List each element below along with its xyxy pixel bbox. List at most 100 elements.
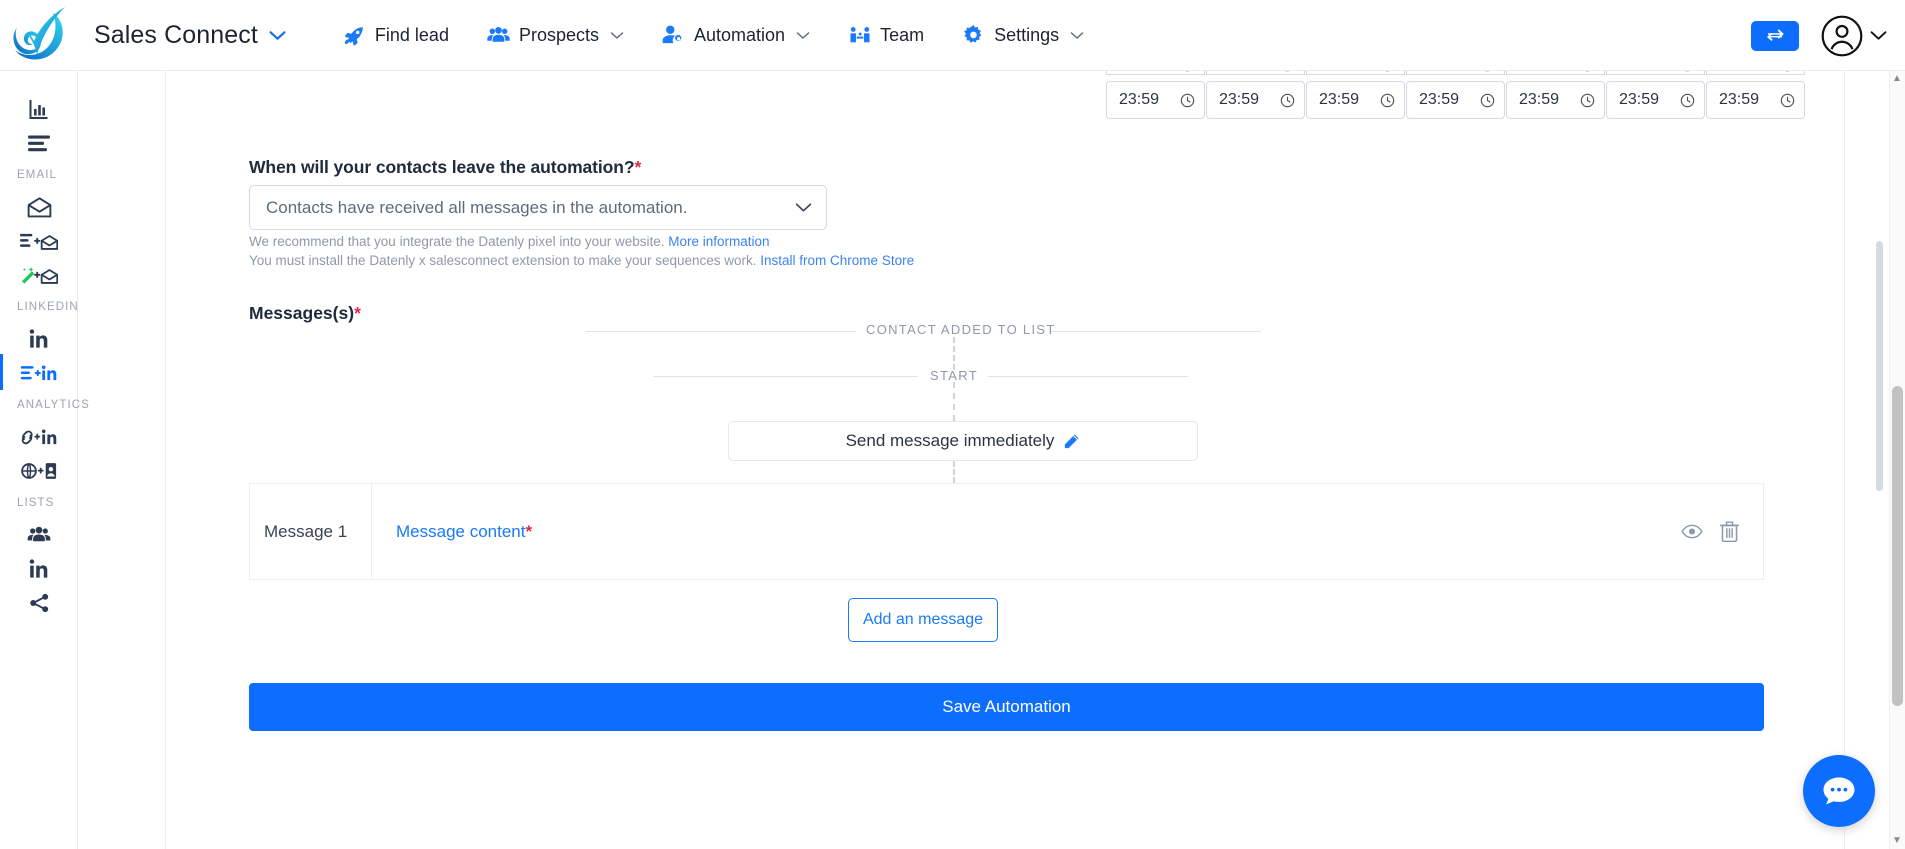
install-chrome-store-link[interactable]: Install from Chrome Store	[760, 253, 914, 268]
message-content-link-cell[interactable]: Message content *	[372, 484, 1681, 579]
page-scrollbar-track[interactable]: ▲ ▼	[1889, 71, 1905, 849]
sidebar-item-linkedin-lists[interactable]	[0, 552, 78, 586]
nav-item-automation[interactable]: Automation	[662, 25, 810, 46]
time-input[interactable]	[1406, 71, 1505, 75]
inner-scrollbar-thumb[interactable]	[1876, 241, 1883, 491]
time-input[interactable]	[1706, 71, 1805, 75]
flow-divider-right	[1051, 331, 1261, 332]
user-circle-icon	[1821, 15, 1863, 56]
app-logo[interactable]	[0, 0, 78, 71]
clock-icon	[1685, 71, 1690, 72]
send-timing-button[interactable]: Send message immediately	[728, 421, 1198, 461]
message-content-link: Message content	[396, 521, 526, 541]
clock-icon	[1280, 93, 1295, 107]
sidebar-item-linkedin-automation[interactable]	[0, 354, 78, 390]
inner-scrollbar-track[interactable]	[1875, 71, 1883, 849]
time-input[interactable]: 23:59	[1706, 81, 1805, 119]
add-message-button[interactable]: Add an message	[848, 598, 998, 642]
chevron-down-icon	[796, 31, 810, 39]
nav-item-find-lead[interactable]: Find lead	[343, 25, 449, 46]
required-asterisk: *	[354, 303, 361, 323]
time-input[interactable]	[1606, 71, 1705, 75]
sidebar-item-website-visitors[interactable]	[0, 454, 78, 488]
time-input[interactable]	[1206, 71, 1305, 75]
sidebar-item-linkedin[interactable]	[0, 322, 78, 356]
nav-item-prospects[interactable]: Prospects	[487, 25, 624, 46]
time-input[interactable]	[1506, 71, 1605, 75]
time-input[interactable]: 23:59	[1406, 81, 1505, 119]
time-input[interactable]	[1106, 71, 1205, 75]
exit-condition-label-text: When will your contacts leave the automa…	[249, 157, 635, 177]
people-group-icon	[487, 25, 510, 46]
sidebar-group-label-analytics: ANALYTICS	[17, 399, 90, 411]
automation-form-card: 23:59 23:59 23:59 23:59 23:59 23:59 23:5…	[165, 71, 1845, 849]
magic-wand-plus-envelope-icon	[21, 266, 58, 284]
bar-chart-icon	[29, 100, 48, 119]
sidebar-item-shared-lists[interactable]	[0, 586, 78, 620]
sidebar-item-email-sequence[interactable]	[0, 224, 78, 258]
exit-condition-select[interactable]: Contacts have received all messages in t…	[249, 185, 827, 230]
save-automation-button[interactable]: Save Automation	[249, 683, 1764, 731]
time-input[interactable]	[1306, 71, 1405, 75]
messages-section-title: Messages(s)*	[249, 303, 361, 324]
brand-name-label: Sales Connect	[94, 20, 258, 49]
switch-account-button[interactable]	[1751, 20, 1799, 51]
time-input[interactable]: 23:59	[1306, 81, 1405, 119]
time-value: 23:59	[1219, 91, 1260, 108]
user-gear-icon	[662, 25, 685, 46]
support-chat-button[interactable]	[1803, 755, 1875, 827]
flow-label-start: START	[930, 368, 978, 383]
sidebar-item-email-inbox[interactable]	[0, 190, 78, 224]
people-group-icon	[27, 526, 51, 542]
nav-item-settings[interactable]: Settings	[962, 24, 1084, 46]
list-plus-envelope-icon	[20, 233, 58, 250]
sidebar-item-linkedin-links[interactable]	[0, 420, 78, 454]
time-input[interactable]: 23:59	[1206, 81, 1305, 119]
scroll-down-arrow[interactable]: ▼	[1891, 835, 1903, 847]
clock-icon	[1285, 71, 1290, 72]
left-sidebar: EMAIL LINKEDIN ANALYTICS LISTS	[0, 71, 90, 849]
nav-item-team[interactable]: Team	[848, 25, 924, 46]
linkedin-icon	[29, 559, 48, 578]
schedule-time-pickers: 23:59 23:59 23:59 23:59 23:59 23:59 23:5…	[1106, 71, 1806, 119]
sidebar-group-label-lists: LISTS	[17, 497, 55, 509]
clock-icon	[1385, 71, 1390, 72]
exit-condition-select-wrap: Contacts have received all messages in t…	[249, 185, 827, 230]
page-scrollbar-thumb[interactable]	[1892, 386, 1903, 706]
eye-icon[interactable]	[1681, 524, 1703, 539]
flow-label-contact-added: CONTACT ADDED TO LIST	[866, 322, 1056, 337]
nav-label-automation: Automation	[694, 24, 786, 45]
more-information-link[interactable]: More information	[668, 234, 769, 249]
clock-icon	[1785, 71, 1790, 72]
time-input[interactable]: 23:59	[1606, 81, 1705, 119]
sidebar-item-campaigns[interactable]	[0, 126, 78, 160]
nav-label-settings: Settings	[994, 24, 1060, 45]
account-menu[interactable]	[1821, 15, 1887, 57]
clock-icon	[1585, 71, 1590, 72]
logo-icon	[13, 7, 65, 60]
scroll-up-arrow[interactable]: ▲	[1891, 73, 1903, 85]
send-timing-label: Send message immediately	[845, 431, 1055, 450]
flow-divider-left	[586, 331, 856, 332]
brand-switcher[interactable]: Sales Connect	[94, 21, 286, 50]
pencil-icon	[1065, 434, 1079, 448]
sidebar-group-label-email: EMAIL	[17, 169, 58, 181]
sidebar-item-contact-lists[interactable]	[0, 518, 78, 552]
time-value: 23:59	[1619, 91, 1660, 108]
clock-icon	[1180, 93, 1195, 107]
messages-section-title-text: Messages(s)	[249, 303, 355, 323]
flow-divider-right-2	[988, 376, 1188, 377]
clock-icon	[1185, 71, 1190, 72]
chevron-down-icon	[1070, 31, 1084, 39]
sidebar-item-email-template[interactable]	[0, 258, 78, 292]
time-input[interactable]: 23:59	[1106, 81, 1205, 119]
time-value: 23:59	[1719, 91, 1760, 108]
sidebar-item-dashboard[interactable]	[0, 92, 78, 126]
time-value: 23:59	[1419, 91, 1460, 108]
handshake-icon	[848, 25, 871, 46]
envelope-open-icon	[27, 196, 51, 217]
trash-icon[interactable]	[1720, 521, 1739, 542]
flow-connector-dashed-3	[953, 461, 955, 483]
nav-label-team: Team	[880, 24, 925, 45]
time-input[interactable]: 23:59	[1506, 81, 1605, 119]
